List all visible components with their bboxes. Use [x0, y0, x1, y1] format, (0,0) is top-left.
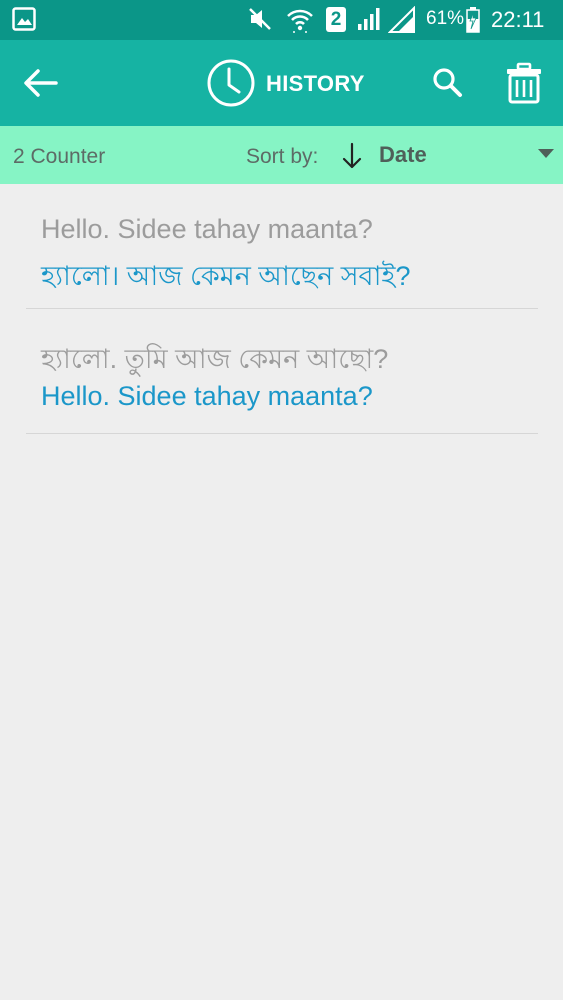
wifi-icon [287, 9, 313, 33]
sim-slot-badge: 2 [326, 7, 346, 32]
sort-direction-arrow-icon[interactable] [341, 142, 363, 170]
history-source-text: হ্যালো. তুমি আজ কেমন আছো? [41, 344, 389, 374]
status-bar: 2 61% 22:11 [0, 0, 563, 40]
history-item[interactable]: Hello. Sidee tahay maanta? হ্যালো। আজ কে… [26, 184, 538, 309]
back-arrow-icon[interactable] [22, 68, 58, 98]
trash-icon[interactable] [505, 62, 543, 104]
history-translation-text: হ্যালো। আজ কেমন আছেন সবাই? [41, 261, 411, 291]
search-icon[interactable] [431, 66, 465, 100]
app-bar: HISTORY [0, 40, 563, 126]
sort-by-label: Sort by: [246, 145, 319, 168]
gallery-icon [12, 7, 36, 31]
mute-icon [249, 8, 271, 30]
sort-select[interactable]: Date [379, 142, 427, 168]
history-counter: 2 Counter [13, 145, 106, 168]
history-item[interactable]: হ্যালো. তুমি আজ কেমন আছো? Hello. Sidee t… [26, 309, 538, 434]
chevron-down-icon[interactable] [538, 149, 554, 159]
clock-time: 22:11 [491, 7, 545, 32]
battery-percent: 61% [426, 8, 465, 29]
battery-charging-icon [466, 7, 480, 33]
page-title: HISTORY [266, 71, 365, 96]
signal-icon-secondary [388, 6, 415, 33]
history-source-text: Hello. Sidee tahay maanta? [41, 214, 373, 244]
sort-bar: 2 Counter Sort by: Date [0, 126, 563, 184]
signal-icon [358, 8, 380, 30]
history-list: Hello. Sidee tahay maanta? হ্যালো। আজ কে… [26, 184, 538, 434]
clock-icon [207, 59, 255, 107]
history-translation-text: Hello. Sidee tahay maanta? [41, 381, 373, 411]
